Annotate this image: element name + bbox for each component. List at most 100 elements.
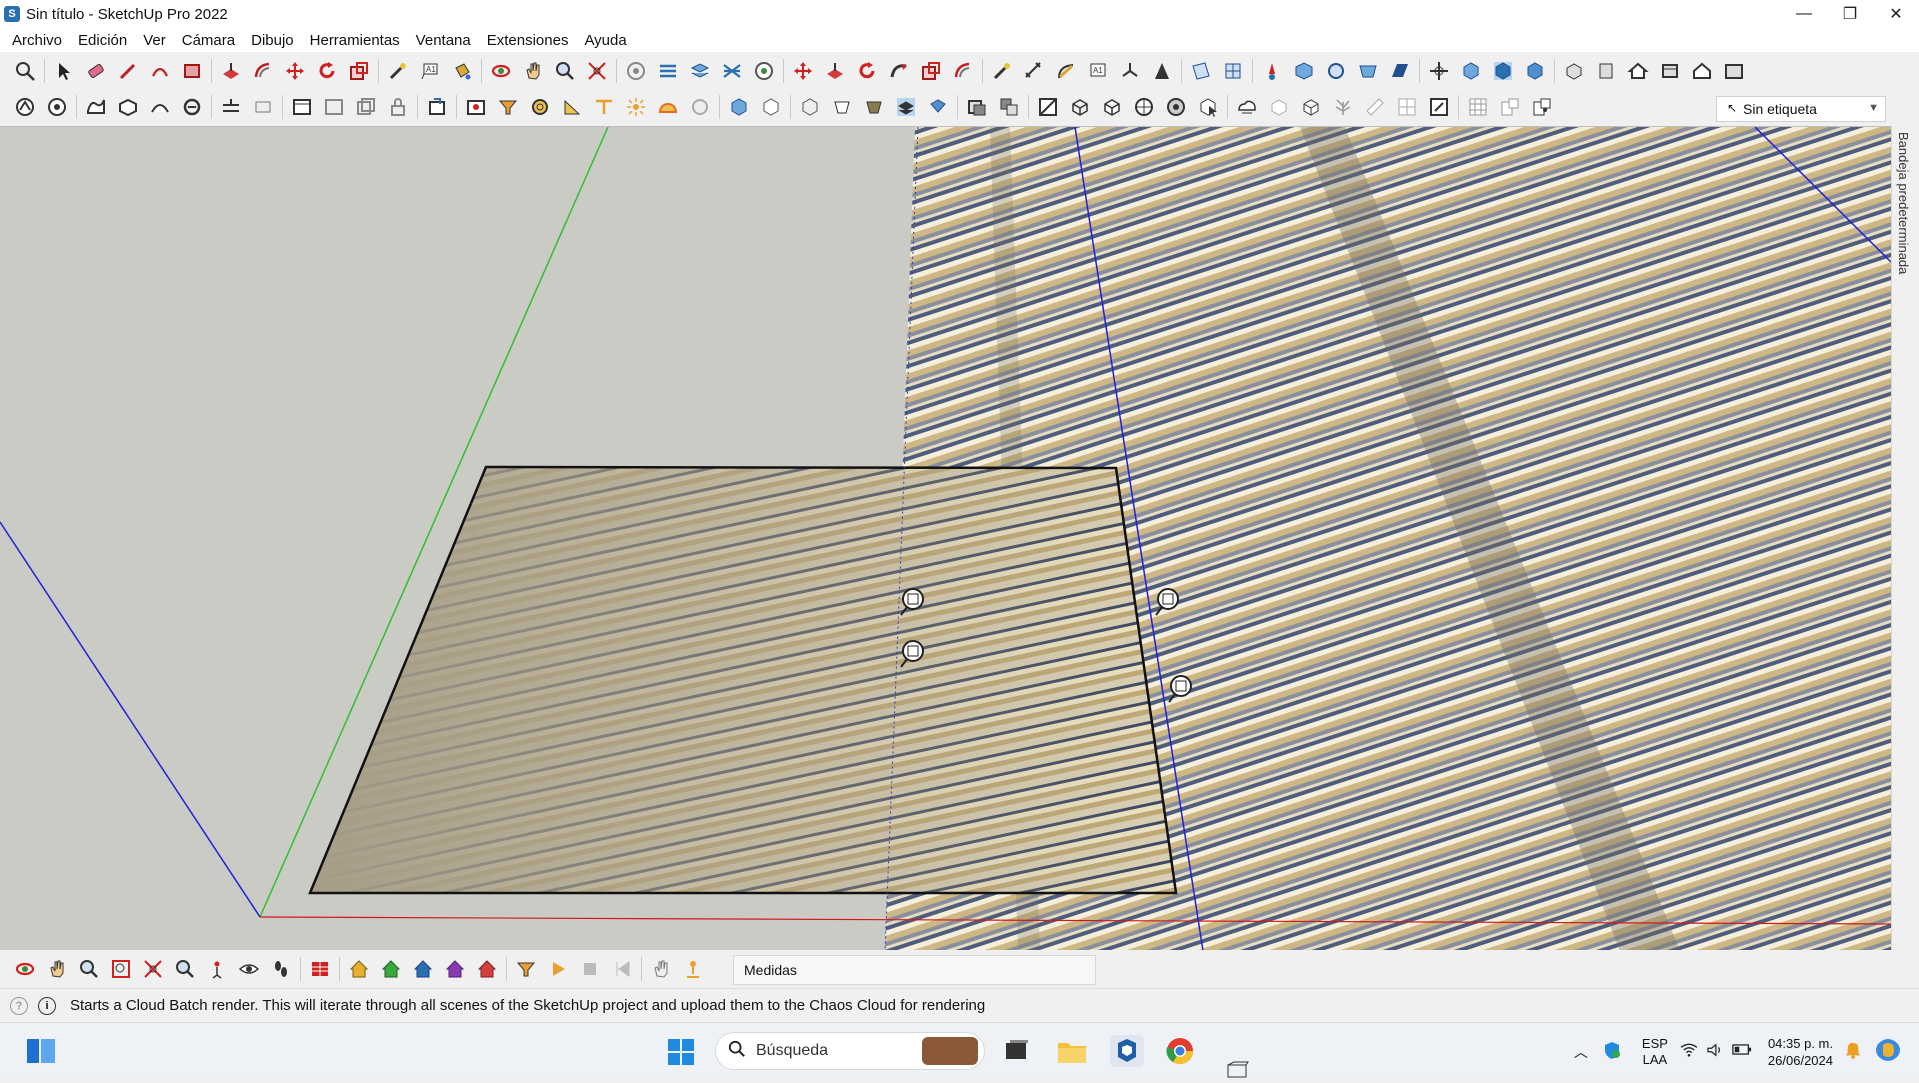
- house-yellow-icon[interactable]: [346, 956, 372, 982]
- pan-hand-icon[interactable]: [520, 58, 546, 84]
- arc-icon[interactable]: [147, 58, 173, 84]
- chevron-up-icon[interactable]: ︿: [1574, 1042, 1588, 1062]
- rotate-2-icon[interactable]: [854, 58, 880, 84]
- paint-bucket-icon[interactable]: [449, 58, 475, 84]
- task-view-icon[interactable]: [1004, 1039, 1030, 1063]
- cloud-render-taskbar-icon[interactable]: [1226, 1061, 1250, 1079]
- vray-clipper-icon[interactable]: [758, 94, 784, 120]
- menu-extensiones[interactable]: Extensiones: [479, 32, 577, 49]
- house-purple-icon[interactable]: [442, 956, 468, 982]
- zoom-extents-bottom-icon[interactable]: [140, 956, 166, 982]
- geo-location-icon[interactable]: ?: [10, 996, 28, 1015]
- style-xray-icon[interactable]: [1458, 58, 1484, 84]
- pan-bottom-icon[interactable]: [44, 956, 70, 982]
- vray-light-icon[interactable]: [1259, 58, 1285, 84]
- tray-label[interactable]: Bandeja predeterminada: [1896, 132, 1911, 274]
- volume-icon[interactable]: [1706, 1042, 1724, 1061]
- defender-shield-icon[interactable]: [1602, 1040, 1622, 1064]
- orbit-icon[interactable]: [488, 58, 514, 84]
- offset-icon[interactable]: [250, 58, 276, 84]
- menu-camara[interactable]: Cámara: [174, 32, 243, 49]
- orbit-bottom-icon[interactable]: [12, 956, 38, 982]
- vray-layers-stack-icon[interactable]: [893, 94, 919, 120]
- offset-2-icon[interactable]: [950, 58, 976, 84]
- stamp-icon[interactable]: [179, 94, 205, 120]
- menu-herramientas[interactable]: Herramientas: [302, 32, 408, 49]
- menu-ayuda[interactable]: Ayuda: [576, 32, 634, 49]
- monochrome-style-icon[interactable]: [1163, 94, 1189, 120]
- smoove-icon[interactable]: [147, 94, 173, 120]
- text-label-icon[interactable]: A1: [417, 58, 443, 84]
- style-textured-icon[interactable]: [1522, 58, 1548, 84]
- push-pull-icon[interactable]: [218, 58, 244, 84]
- sandbox-from-contours-icon[interactable]: [83, 94, 109, 120]
- vray-interactive-icon[interactable]: [495, 94, 521, 120]
- protractor-icon[interactable]: [1053, 58, 1079, 84]
- vray-proxy-icon[interactable]: [1291, 58, 1317, 84]
- menu-ventana[interactable]: Ventana: [408, 32, 479, 49]
- clock[interactable]: 04:35 p. m. 26/06/2024: [1768, 1035, 1833, 1069]
- zoom-icon[interactable]: [552, 58, 578, 84]
- vray-dome-light-icon[interactable]: [655, 94, 681, 120]
- minimize-button[interactable]: —: [1781, 0, 1827, 28]
- outer-shell-icon[interactable]: [964, 94, 990, 120]
- lock-icon[interactable]: [385, 94, 411, 120]
- close-button[interactable]: ✕: [1873, 0, 1919, 28]
- warehouse-icon[interactable]: [623, 58, 649, 84]
- zoom-bottom-icon[interactable]: [76, 956, 102, 982]
- vray-omni-light-icon[interactable]: [527, 94, 553, 120]
- section-plane-icon[interactable]: [1188, 58, 1214, 84]
- vray-mesh-light-icon[interactable]: [687, 94, 713, 120]
- section-cut-icon[interactable]: [1035, 94, 1061, 120]
- vray-ies-light-icon[interactable]: [591, 94, 617, 120]
- solid-intersect-icon[interactable]: [44, 94, 70, 120]
- house-blue-icon[interactable]: [410, 956, 436, 982]
- vray-decal-icon[interactable]: [861, 94, 887, 120]
- house-green-icon[interactable]: [378, 956, 404, 982]
- scale-2-icon[interactable]: [918, 58, 944, 84]
- wifi-icon[interactable]: [1680, 1043, 1698, 1061]
- scale-icon[interactable]: [346, 58, 372, 84]
- push-pull-2-icon[interactable]: [822, 58, 848, 84]
- scene-icon[interactable]: [513, 956, 539, 982]
- axes-icon[interactable]: [1117, 58, 1143, 84]
- taskbar-search[interactable]: Búsqueda: [715, 1032, 985, 1070]
- solid-union-icon[interactable]: [12, 94, 38, 120]
- ruler-icon[interactable]: [1362, 94, 1388, 120]
- vray-render-icon[interactable]: [463, 94, 489, 120]
- 3d-text-icon[interactable]: [1149, 58, 1175, 84]
- position-camera-icon[interactable]: [204, 956, 230, 982]
- axes-move-icon[interactable]: [1426, 58, 1452, 84]
- section-grid-icon[interactable]: [1220, 58, 1246, 84]
- style-shaded-icon[interactable]: [1490, 58, 1516, 84]
- cube-outline-icon[interactable]: [1266, 94, 1292, 120]
- view-right-icon[interactable]: [1657, 58, 1683, 84]
- widgets-icon[interactable]: [26, 1037, 56, 1065]
- hand-tool-icon[interactable]: [648, 956, 674, 982]
- line-pencil-icon[interactable]: [115, 58, 141, 84]
- view-top-icon[interactable]: [1593, 58, 1619, 84]
- cloud-render-icon[interactable]: [1234, 94, 1260, 120]
- vray-frame-buffer-icon[interactable]: [307, 956, 333, 982]
- plant-icon[interactable]: [1330, 94, 1356, 120]
- measurements-box[interactable]: Medidas: [733, 955, 1096, 985]
- hidden-line-style-icon[interactable]: [1099, 94, 1125, 120]
- select-arrow-icon[interactable]: [51, 58, 77, 84]
- vray-asset-icon[interactable]: [655, 58, 681, 84]
- rewind-icon[interactable]: [609, 956, 635, 982]
- copilot-icon[interactable]: [1875, 1037, 1901, 1067]
- layout-icon[interactable]: [1497, 94, 1523, 120]
- view-left-icon[interactable]: [1721, 58, 1747, 84]
- window-panel-2-icon[interactable]: [321, 94, 347, 120]
- move-red-icon[interactable]: [790, 58, 816, 84]
- shape-rectangle-icon[interactable]: [179, 58, 205, 84]
- restore-button[interactable]: ❐: [1827, 0, 1873, 28]
- dimension-icon[interactable]: [1021, 58, 1047, 84]
- view-iso-icon[interactable]: [1561, 58, 1587, 84]
- viewport-scene[interactable]: [0, 127, 1891, 950]
- vray-layers-icon[interactable]: [687, 58, 713, 84]
- add-detail-icon[interactable]: [250, 94, 276, 120]
- menu-dibujo[interactable]: Dibujo: [243, 32, 302, 49]
- edit-frame-icon[interactable]: [1426, 94, 1452, 120]
- vray-sun-icon[interactable]: [623, 94, 649, 120]
